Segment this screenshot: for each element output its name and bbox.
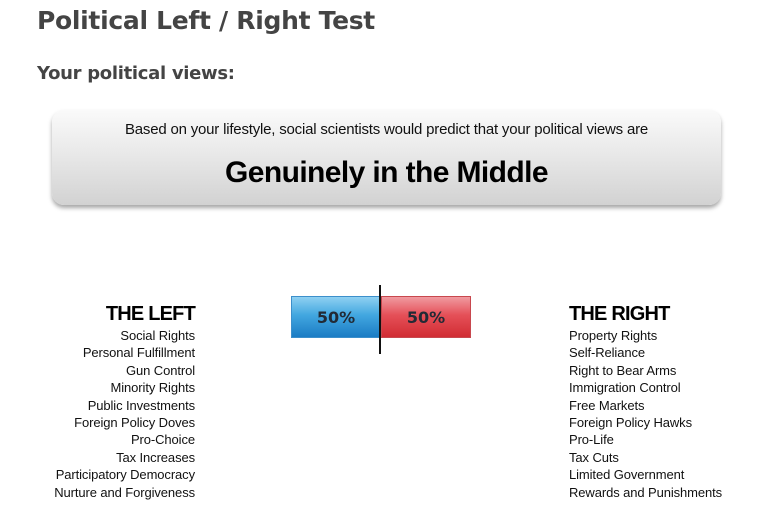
meter-right-bar: 50% [381,296,471,338]
meter-left-label: 50% [316,307,356,327]
right-item: Free Markets [569,397,645,413]
left-column: THE LEFT Social Rights Personal Fulfillm… [54,303,196,501]
left-right-meter: 50% 50% [291,296,471,338]
left-item: Foreign Policy Doves [74,415,195,431]
right-item: Rewards and Punishments [569,484,723,500]
right-items-list: Property Rights Self-Reliance Right to B… [569,327,722,501]
left-heading: THE LEFT [105,303,196,325]
result-value: Genuinely in the Middle [225,156,549,189]
left-item: Pro-Choice [130,432,195,448]
page-title: Political Left / Right Test [37,6,375,35]
left-item: Nurture and Forgiveness [54,484,195,500]
result-box: Based on your lifestyle, social scientis… [52,110,721,205]
left-item: Gun Control [126,362,195,378]
left-item: Participatory Democracy [55,467,195,483]
right-item: Right to Bear Arms [569,362,677,378]
meter-right-label: 50% [406,307,446,327]
meter-center-line [379,285,381,354]
right-heading: THE RIGHT [569,303,670,325]
right-item: Self-Reliance [569,345,646,361]
right-item: Pro-Life [569,432,614,448]
right-item: Property Rights [569,328,658,343]
right-column: THE RIGHT Property Rights Self-Reliance … [569,303,722,501]
right-item: Limited Government [569,467,685,483]
left-item: Social Rights [120,328,195,343]
result-intro: Based on your lifestyle, social scientis… [124,121,649,138]
left-item: Personal Fulfillment [82,345,195,361]
left-item: Minority Rights [110,380,196,396]
right-item: Tax Cuts [569,449,619,465]
left-item: Public Investments [87,397,195,413]
right-item: Immigration Control [569,380,681,396]
right-item: Foreign Policy Hawks [569,415,692,431]
section-title: Your political views: [37,63,235,84]
meter-left-bar: 50% [291,296,381,338]
left-items-list: Social Rights Personal Fulfillment Gun C… [54,327,195,501]
left-item: Tax Increases [116,449,195,465]
